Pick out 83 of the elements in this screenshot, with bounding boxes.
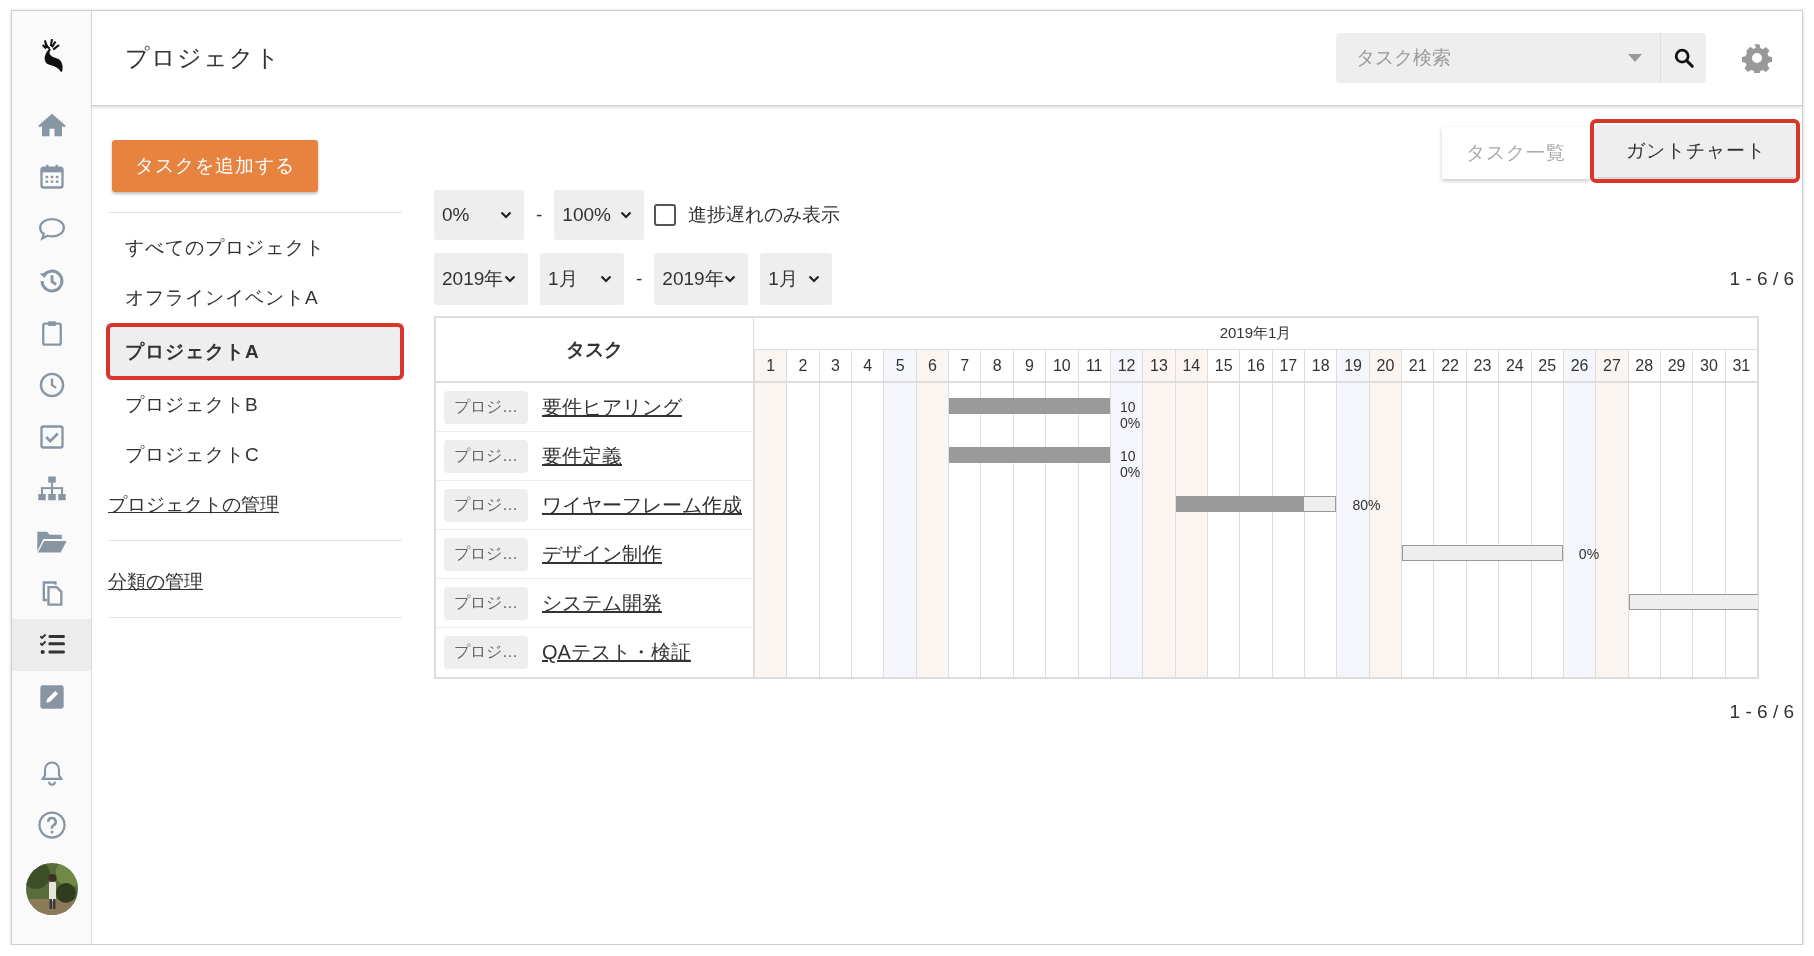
manage-link[interactable]: プロジェクトの管理	[108, 492, 279, 518]
day-header: 28	[1627, 350, 1660, 383]
day-header: 14	[1174, 350, 1207, 383]
task-link[interactable]: デザイン制作	[542, 540, 662, 568]
clock-icon	[37, 371, 66, 399]
dropdown[interactable]: 2019年	[654, 253, 749, 305]
search-button[interactable]	[1660, 33, 1706, 83]
project-tag: プロジ…	[444, 439, 528, 473]
task-link[interactable]: システム開発	[542, 589, 662, 617]
chevron-icon	[724, 275, 737, 283]
project-item[interactable]: すべてのプロジェクト	[108, 223, 402, 273]
day-header: 15	[1206, 350, 1240, 383]
range-separator: -	[636, 268, 643, 290]
day-header: 2	[786, 350, 819, 383]
chevron-icon	[808, 275, 821, 283]
dropdown[interactable]: 100%	[554, 190, 645, 240]
chevron-icon	[500, 211, 512, 219]
settings-button[interactable]	[1742, 43, 1772, 73]
day-header: 5	[883, 350, 916, 383]
day-header: 17	[1271, 350, 1305, 383]
search-field[interactable]: タスク検索	[1336, 33, 1660, 83]
task-link[interactable]: QAテスト・検証	[542, 639, 691, 666]
project-tag: プロジ…	[444, 636, 528, 669]
day-header: 6	[915, 350, 949, 383]
day-header: 20	[1368, 350, 1402, 383]
day-header: 16	[1239, 350, 1272, 383]
range-separator: -	[536, 204, 543, 226]
calendar-icon	[37, 163, 66, 191]
day-header: 22	[1433, 350, 1466, 383]
day-header: 21	[1401, 350, 1434, 383]
day-header: 27	[1595, 350, 1628, 383]
project-item[interactable]: オフラインイベントA	[108, 273, 402, 323]
checkbox-label: 進捗遅れのみ表示	[688, 203, 841, 227]
project-tag: プロジ…	[444, 537, 528, 571]
dropdown[interactable]: 2019年	[434, 253, 528, 305]
search-input[interactable]: タスク検索	[1354, 46, 1628, 70]
page-title: プロジェクト	[125, 43, 282, 73]
day-header: 31	[1724, 350, 1757, 383]
checkbox-icon	[37, 423, 66, 451]
day-header: 29	[1659, 350, 1693, 383]
day-header: 24	[1498, 350, 1531, 383]
day-header: 26	[1562, 350, 1596, 383]
project-item[interactable]: プロジェクトC	[108, 430, 402, 480]
checkbox[interactable]	[654, 204, 677, 226]
project-item[interactable]: プロジェクトA	[106, 323, 404, 380]
project-tag: プロジ…	[444, 586, 528, 620]
day-header: 1	[754, 350, 787, 383]
day-header: 3	[818, 350, 852, 383]
day-header: 23	[1465, 350, 1499, 383]
history-icon	[37, 267, 66, 295]
day-header: 30	[1692, 350, 1725, 383]
progress-label: 100%	[1119, 399, 1142, 431]
task-link[interactable]: 要件ヒアリング	[542, 393, 682, 421]
day-header: 12	[1109, 350, 1143, 383]
pagination-info: 1 - 6 / 6	[1728, 701, 1794, 723]
view-tab[interactable]: ガントチャート	[1596, 125, 1796, 177]
project-tag: プロジ…	[444, 390, 528, 424]
chevron-icon	[620, 211, 633, 219]
progress-label: 0%	[1578, 546, 1601, 562]
chevron-icon	[600, 275, 612, 283]
task-link[interactable]: ワイヤーフレーム作成	[542, 491, 742, 519]
dropdown[interactable]: 1月	[760, 253, 833, 305]
progress-label: 80%	[1352, 497, 1382, 513]
project-tag: プロジ…	[444, 488, 528, 522]
task-link[interactable]: 要件定義	[542, 442, 622, 470]
chevron-icon	[504, 275, 516, 283]
edit-icon	[37, 683, 66, 711]
pagination-info: 1 - 6 / 6	[1729, 268, 1794, 290]
search-icon	[1672, 47, 1695, 69]
day-header: 13	[1142, 350, 1175, 383]
dropdown-icon	[1628, 54, 1642, 62]
help-icon	[36, 810, 67, 840]
day-header: 19	[1336, 350, 1369, 383]
dropdown[interactable]: 1月	[540, 253, 624, 305]
manage-link[interactable]: 分類の管理	[108, 569, 203, 595]
day-header: 10	[1045, 350, 1078, 383]
nav-item[interactable]	[12, 619, 91, 671]
dropdown[interactable]: 0%	[434, 190, 524, 240]
progress-label: 100%	[1119, 448, 1142, 480]
day-header: 9	[1012, 350, 1046, 383]
day-header: 7	[948, 350, 981, 383]
project-item[interactable]: プロジェクトB	[108, 380, 402, 430]
day-header: 8	[980, 350, 1013, 383]
